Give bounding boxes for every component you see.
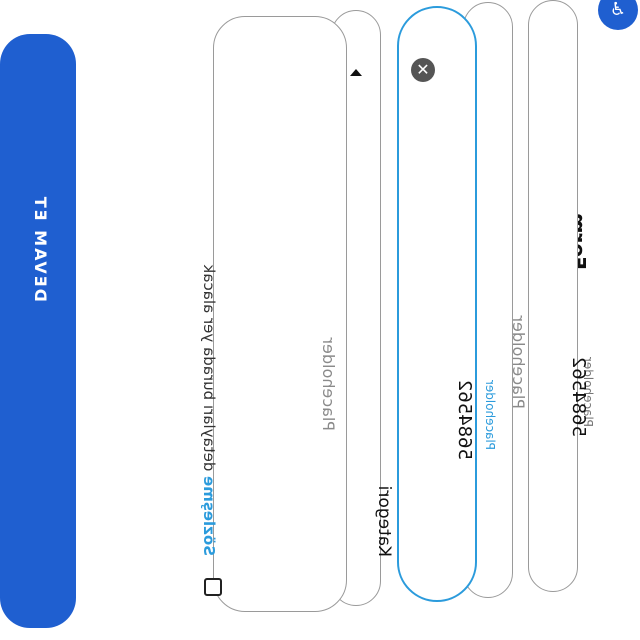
terms-checkbox[interactable] (204, 578, 222, 596)
screen: ♿ Form Placeholder 5684562 Placeholder ✕… (0, 0, 640, 640)
textarea-field[interactable]: Placeholder (213, 16, 347, 612)
textarea-placeholder: Placeholder (319, 337, 338, 432)
terms-rest: detayları burada yer alacak (200, 264, 218, 477)
submit-button[interactable]: DEVAM ET (0, 34, 76, 628)
field-1-value: 5684562 (568, 356, 589, 437)
accessibility-icon[interactable]: ♿ (598, 0, 638, 30)
field-3-value: 5684562 (454, 379, 475, 460)
terms-text: Sözleşme detayları burada yer alacak (200, 265, 218, 556)
text-field-1[interactable]: Placeholder 5684562 (528, 0, 595, 592)
clear-icon[interactable]: ✕ (411, 58, 435, 82)
chevron-down-icon (350, 69, 362, 76)
terms-link[interactable]: Sözleşme (200, 476, 218, 556)
field-3-label: Placeholder (483, 375, 497, 454)
category-label: Kategori (374, 485, 394, 557)
field-2-placeholder: Placeholder (509, 315, 528, 410)
submit-label: DEVAM ET (31, 194, 50, 302)
text-field-3-focused[interactable]: ✕ Placeholder 5684562 (397, 6, 497, 602)
